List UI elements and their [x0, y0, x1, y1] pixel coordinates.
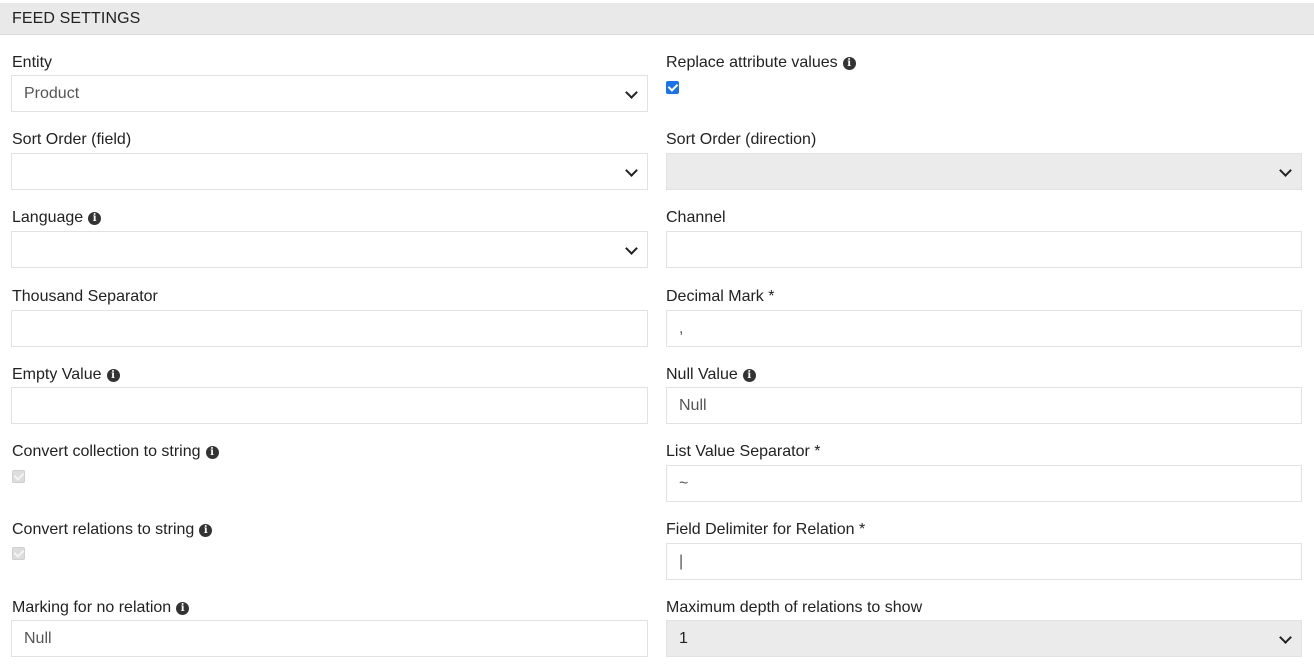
convert-relations-label: Convert relations to string i: [12, 520, 213, 540]
thousand-separator-input[interactable]: [11, 310, 648, 347]
list-separator-label: List Value Separator *: [666, 443, 821, 460]
null-value-label: Null Value i: [666, 365, 756, 385]
replace-attributes-checkbox[interactable]: [666, 81, 679, 94]
max-depth-select[interactable]: 1: [666, 620, 1302, 657]
info-circle-icon[interactable]: i: [176, 601, 190, 615]
entity-field: Entity: [12, 53, 52, 73]
chevron-down-icon: [1279, 630, 1292, 644]
decimal-mark-field: Decimal Mark *: [666, 287, 774, 307]
feed-settings-header: FEED SETTINGS: [0, 3, 1314, 35]
convert-collection-field: Convert collection to string i: [12, 442, 219, 462]
language-select[interactable]: [11, 231, 648, 268]
replace-attributes-label: Replace attribute values i: [666, 53, 856, 73]
convert-collection-checkbox[interactable]: [12, 470, 25, 483]
section-title: FEED SETTINGS: [12, 10, 141, 27]
no-relation-marking-field: Marking for no relation i: [12, 598, 190, 618]
info-circle-icon[interactable]: i: [205, 445, 219, 459]
info-circle-icon[interactable]: i: [106, 368, 120, 382]
max-depth-label: Maximum depth of relations to show: [666, 599, 923, 616]
decimal-mark-label: Decimal Mark *: [666, 288, 775, 305]
convert-relations-checkbox[interactable]: [12, 547, 25, 560]
null-value-field: Null Value i: [666, 365, 756, 385]
sort-direction-field: Sort Order (direction): [666, 130, 816, 150]
relation-delimiter-field: Field Delimiter for Relation *: [666, 520, 865, 540]
convert-relations-field: Convert relations to string i: [12, 520, 213, 540]
sort-field-field: Sort Order (field): [12, 130, 131, 150]
info-circle-icon[interactable]: i: [742, 368, 756, 382]
empty-value-input[interactable]: [11, 387, 648, 424]
empty-value-label: Empty Value i: [12, 365, 120, 385]
sort-field-select[interactable]: [11, 153, 648, 190]
no-relation-marking-input[interactable]: Null: [11, 620, 648, 657]
chevron-down-icon: [625, 85, 638, 99]
relation-delimiter-input[interactable]: |: [666, 543, 1302, 580]
list-separator-field: List Value Separator *: [666, 442, 820, 462]
list-separator-input[interactable]: ~: [666, 465, 1302, 502]
chevron-down-icon: [625, 163, 638, 177]
checkbox-check-icon: [13, 547, 24, 558]
channel-label: Channel: [666, 209, 726, 226]
thousand-separator-label: Thousand Separator: [12, 288, 158, 305]
channel-input[interactable]: [666, 231, 1302, 268]
sort-direction-label: Sort Order (direction): [666, 131, 817, 148]
entity-label: Entity: [12, 54, 53, 71]
language-label: Language i: [12, 208, 102, 228]
channel-field: Channel: [666, 208, 726, 228]
decimal-mark-input[interactable]: ,: [666, 310, 1302, 347]
checkbox-check-icon: [667, 81, 678, 92]
sort-field-label: Sort Order (field): [12, 131, 132, 148]
thousand-separator-field: Thousand Separator: [12, 287, 158, 307]
relation-delimiter-label: Field Delimiter for Relation *: [666, 521, 866, 538]
no-relation-marking-label: Marking for no relation i: [12, 598, 190, 618]
null-value-input[interactable]: Null: [666, 387, 1302, 424]
checkbox-check-icon: [13, 470, 24, 481]
empty-value-field: Empty Value i: [12, 365, 120, 385]
info-circle-icon[interactable]: i: [842, 56, 856, 70]
chevron-down-icon: [1279, 163, 1292, 177]
max-depth-field: Maximum depth of relations to show: [666, 598, 922, 618]
chevron-down-icon: [625, 241, 638, 255]
sort-direction-select[interactable]: [666, 153, 1302, 190]
info-circle-icon[interactable]: i: [88, 211, 102, 225]
replace-attributes-field: Replace attribute values i: [666, 53, 856, 73]
entity-select[interactable]: Product: [11, 75, 648, 112]
convert-collection-label: Convert collection to string i: [12, 442, 219, 462]
language-field: Language i: [12, 208, 102, 228]
info-circle-icon[interactable]: i: [199, 523, 213, 537]
